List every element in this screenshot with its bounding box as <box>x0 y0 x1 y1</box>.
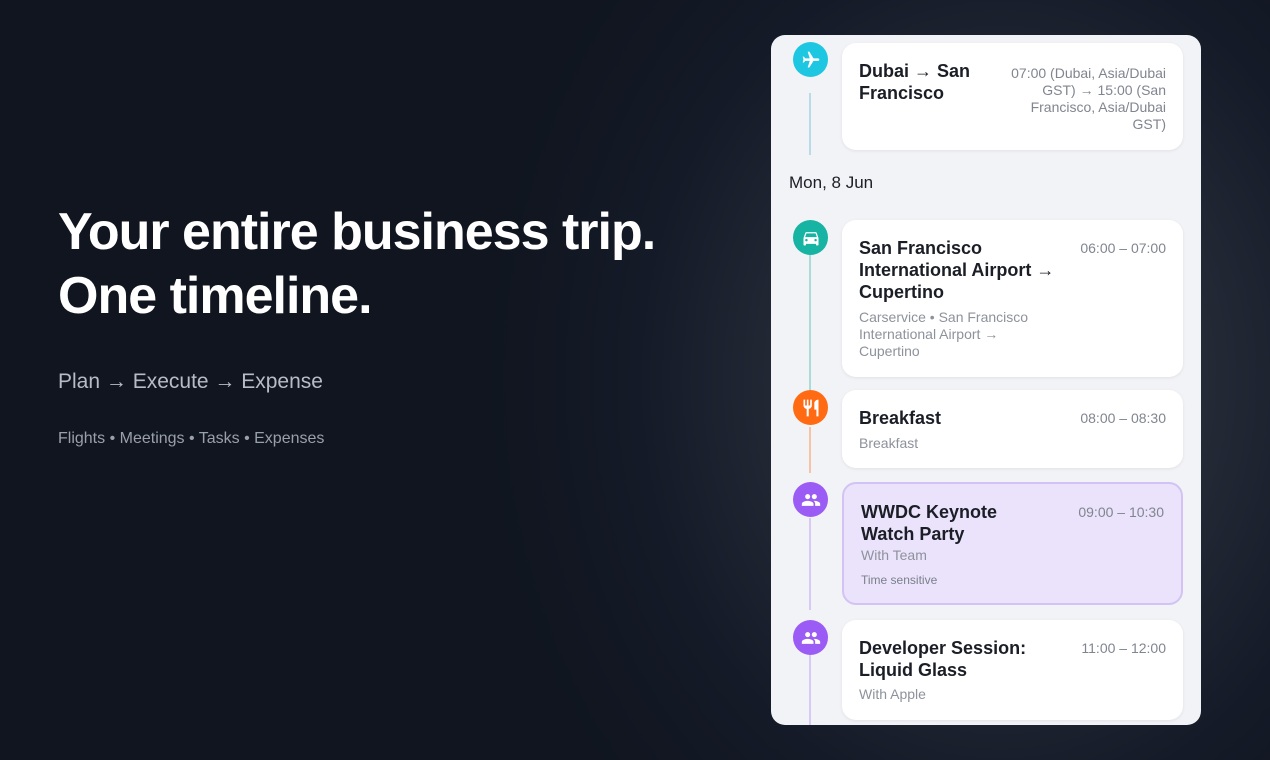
hero-tags: Flights • Meetings • Tasks • Expenses <box>58 430 325 447</box>
event-subtitle: Carservice • San Francisco International… <box>859 309 1029 359</box>
event-card-developer-session[interactable]: Developer Session: Liquid Glass 11:00 – … <box>842 620 1183 720</box>
event-title: WWDC Keynote Watch Party <box>861 502 997 544</box>
timeline-connector <box>809 427 811 473</box>
event-subtitle: With Apple <box>859 686 926 702</box>
event-card-flight[interactable]: Dubai → San Francisco 07:00 (Dubai, Asia… <box>842 43 1183 150</box>
event-title: Breakfast <box>859 408 942 428</box>
event-title: San Francisco International Airport → Cu… <box>859 238 1055 302</box>
event-card-keynote[interactable]: WWDC Keynote Watch Party 09:00 – 10:30 W… <box>842 482 1183 605</box>
day-header: Mon, 8 Jun <box>789 173 874 192</box>
timeline-panel[interactable]: Dubai → San Francisco 07:00 (Dubai, Asia… <box>771 35 1201 725</box>
airplane-icon <box>793 42 828 77</box>
event-subtitle: With Team <box>861 547 927 563</box>
timeline-connector <box>809 93 811 155</box>
event-card-breakfast[interactable]: Breakfast 08:00 – 08:30 Breakfast <box>842 390 1183 468</box>
event-card-transfer[interactable]: San Francisco International Airport → Cu… <box>842 220 1183 377</box>
timeline-connector <box>809 655 811 725</box>
timeline-connector <box>809 255 811 390</box>
people-icon <box>793 482 828 517</box>
event-time: 07:00 (Dubai, Asia/Dubai GST) → 15:00 (S… <box>1011 65 1166 132</box>
event-subtitle: Breakfast <box>859 435 919 451</box>
event-title: Dubai → San Francisco <box>859 61 971 103</box>
event-time: 08:00 – 08:30 <box>1080 410 1166 426</box>
hero-title-line1: Your entire business trip. <box>58 203 656 261</box>
people-icon <box>793 620 828 655</box>
event-time: 11:00 – 12:00 <box>1081 640 1166 656</box>
car-icon <box>793 220 828 255</box>
timeline-connector <box>809 518 811 610</box>
event-title: Developer Session: Liquid Glass <box>859 638 1027 680</box>
hero-title-line2: One timeline. <box>58 267 373 325</box>
event-time: 09:00 – 10:30 <box>1078 504 1164 520</box>
time-sensitive-badge: Time sensitive <box>861 573 938 587</box>
event-time: 06:00 – 07:00 <box>1080 240 1166 256</box>
hero-section: Your entire business trip. One timeline.… <box>58 200 738 448</box>
fork-knife-icon <box>793 390 828 425</box>
hero-subtitle: Plan → Execute → Expense <box>58 370 323 393</box>
hero-title: Your entire business trip. One timeline. <box>58 200 738 328</box>
